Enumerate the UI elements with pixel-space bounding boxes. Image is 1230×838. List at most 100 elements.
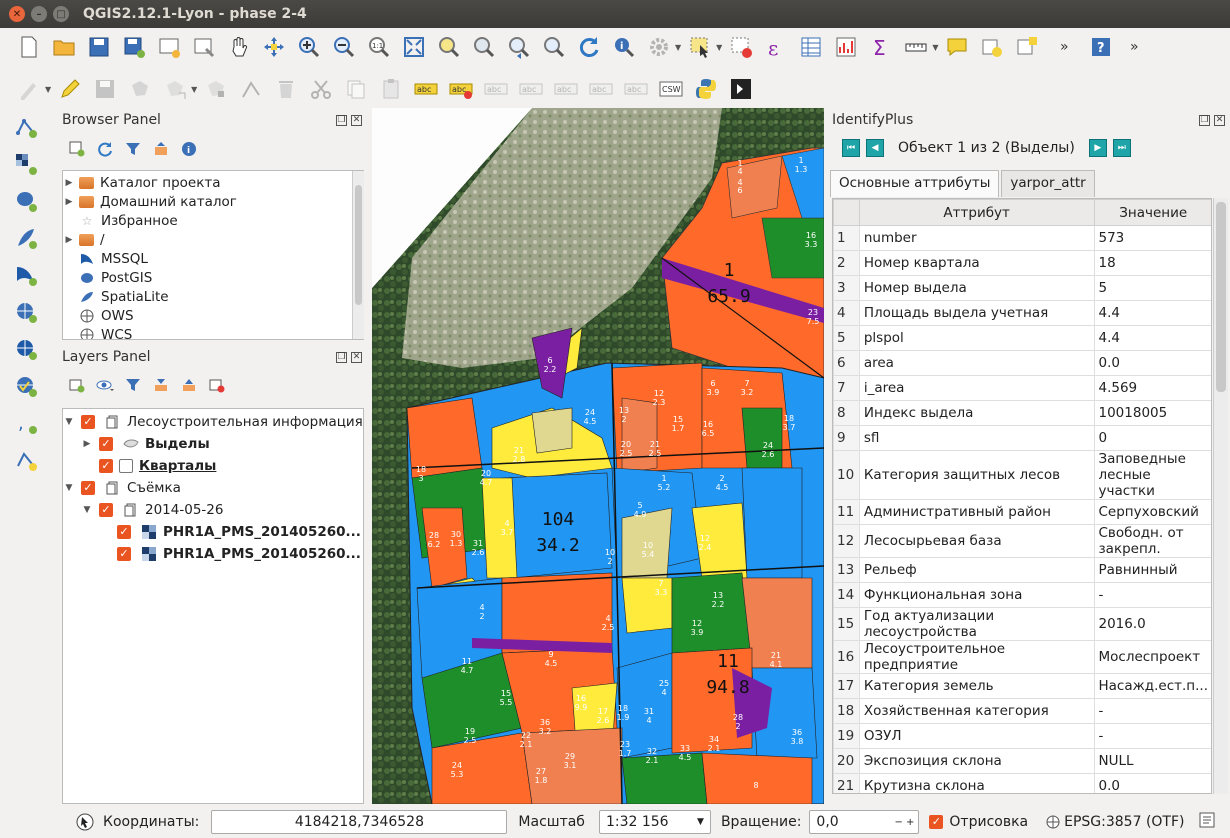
zoom-in-icon[interactable] xyxy=(294,32,324,62)
table-row[interactable]: 18 Хозяйственная категория - xyxy=(833,698,1211,724)
close-panel-icon[interactable]: ✕ xyxy=(351,352,362,363)
save-layer-edits-icon[interactable] xyxy=(90,74,120,104)
zoom-to-layer-icon[interactable] xyxy=(469,32,499,62)
visibility-checkbox[interactable]: ✓ xyxy=(99,503,113,517)
layer-raster-1[interactable]: ✓ PHR1A_PMS_201405260... xyxy=(63,521,363,543)
tab-main-attributes[interactable]: Основные аттрибуты xyxy=(830,170,1000,197)
label-abc-icon[interactable]: abc xyxy=(411,74,441,104)
new-print-composer-button[interactable] xyxy=(154,32,184,62)
toggle-editing-pencil-icon[interactable] xyxy=(55,74,85,104)
run-script-icon[interactable] xyxy=(726,74,756,104)
new-bookmark-icon[interactable] xyxy=(977,32,1007,62)
sum-sigma-icon[interactable]: Σ xyxy=(866,32,896,62)
collapse-all-icon[interactable] xyxy=(180,376,198,394)
toolbar-overflow-icon[interactable]: » xyxy=(1051,32,1081,62)
node-edit-icon[interactable] xyxy=(236,74,266,104)
layer-vydely[interactable]: ▶ ✓ Выделы xyxy=(63,433,363,455)
column-header-value[interactable]: Значение xyxy=(1093,199,1211,226)
label-layer-abc-icon[interactable]: abc xyxy=(446,74,476,104)
move-feature-icon[interactable] xyxy=(160,74,190,104)
visibility-checkbox[interactable]: ✓ xyxy=(99,459,113,473)
collapse-arrow-icon[interactable]: ▼ xyxy=(63,483,75,493)
show-hide-labels-abc-icon[interactable]: abc xyxy=(516,74,546,104)
change-label-abc-icon[interactable]: abc xyxy=(621,74,651,104)
dropdown-arrow-icon[interactable]: ▼ xyxy=(932,43,938,52)
zoom-to-selection-icon[interactable] xyxy=(434,32,464,62)
zoom-next-icon[interactable] xyxy=(539,32,569,62)
save-as-button[interactable] xyxy=(119,32,149,62)
visibility-checkbox[interactable]: ✓ xyxy=(81,481,95,495)
add-vector-layer-icon[interactable] xyxy=(8,112,44,142)
column-header-attribute[interactable]: Аттрибут xyxy=(858,199,1095,226)
browser-item-wcs[interactable]: WCS xyxy=(63,325,363,339)
previous-object-icon[interactable]: ◀ xyxy=(866,139,884,157)
zoom-last-icon[interactable] xyxy=(504,32,534,62)
close-panel-icon[interactable]: ✕ xyxy=(351,115,362,126)
table-row[interactable]: 8 Индекс выдела 10018005 xyxy=(833,400,1211,426)
add-selected-layers-icon[interactable] xyxy=(68,140,86,158)
pan-to-selection-button[interactable] xyxy=(259,32,289,62)
add-raster-layer-icon[interactable] xyxy=(8,149,44,179)
add-wfs-layer-icon[interactable] xyxy=(8,371,44,401)
expand-arrow-icon[interactable]: ▶ xyxy=(81,439,93,449)
close-window-button[interactable]: ✕ xyxy=(9,6,25,22)
tab-yarpor-attr[interactable]: yarpor_attr xyxy=(1001,170,1095,197)
rotate-label-abc-icon[interactable]: abc xyxy=(586,74,616,104)
chevron-down-icon[interactable]: ▼ xyxy=(697,817,704,827)
minimize-window-button[interactable]: – xyxy=(31,6,47,22)
browser-scrollbar[interactable] xyxy=(352,171,364,339)
first-object-icon[interactable]: ⏮ xyxy=(842,139,860,157)
pan-hand-icon[interactable] xyxy=(224,32,254,62)
add-mssql-layer-icon[interactable] xyxy=(8,260,44,290)
mouse-pointer-icon[interactable] xyxy=(76,813,96,831)
browser-item-favourites[interactable]: ☆ Избранное xyxy=(63,211,363,230)
add-wms-layer-icon[interactable] xyxy=(8,297,44,327)
table-row[interactable]: 5 plspol 4.4 xyxy=(833,325,1211,351)
filter-icon[interactable] xyxy=(124,140,142,158)
table-row[interactable]: 3 Номер выдела 5 xyxy=(833,275,1211,301)
last-object-icon[interactable]: ⏭ xyxy=(1112,139,1131,157)
table-row[interactable]: 1 number 573 xyxy=(833,225,1211,251)
select-features-icon[interactable] xyxy=(685,32,715,62)
attribute-table-scrollbar[interactable] xyxy=(1213,198,1228,794)
table-row[interactable]: 17 Категория земель Насажд.ест.п... xyxy=(833,673,1211,699)
statistics-icon[interactable] xyxy=(831,32,861,62)
layer-group-survey[interactable]: ▼ ✓ Съёмка xyxy=(63,477,363,499)
zoom-native-icon[interactable]: 1:1 xyxy=(364,32,394,62)
move-label-abc-icon[interactable]: abc xyxy=(551,74,581,104)
paste-features-icon[interactable] xyxy=(376,74,406,104)
dropdown-arrow-icon[interactable]: ▼ xyxy=(191,85,197,94)
float-panel-icon[interactable]: ❐ xyxy=(336,352,347,363)
render-checkbox[interactable]: ✓ xyxy=(929,815,944,829)
map-canvas[interactable]: 1 65.9 104 34.2 11 94.8 14 1 1.3 46 16 3.3 23… xyxy=(372,108,824,804)
filter-icon[interactable] xyxy=(124,376,142,394)
float-panel-icon[interactable]: ❐ xyxy=(1199,115,1210,126)
dropdown-arrow-icon[interactable]: ▼ xyxy=(716,43,722,52)
copy-features-icon[interactable] xyxy=(341,74,371,104)
browser-item-ows[interactable]: OWS xyxy=(63,306,363,325)
csw-icon[interactable]: CSW xyxy=(656,74,686,104)
browser-item-root[interactable]: ▶ / xyxy=(63,230,363,249)
browser-item-home-dir[interactable]: ▶ Домашний каталог xyxy=(63,192,363,211)
table-row[interactable]: 9 sfl 0 xyxy=(833,425,1211,451)
scale-combobox[interactable]: 1:32 156 ▼ xyxy=(598,810,711,834)
node-tool-icon[interactable] xyxy=(201,74,231,104)
scrollbar-thumb[interactable] xyxy=(1216,202,1226,392)
close-panel-icon[interactable]: ✕ xyxy=(1214,115,1225,126)
field-calculator-epsilon-icon[interactable]: ε xyxy=(761,32,791,62)
map-tips-icon[interactable] xyxy=(942,32,972,62)
action-gear-icon[interactable] xyxy=(644,32,674,62)
table-row[interactable]: 14 Функциональная зона - xyxy=(833,582,1211,608)
next-object-icon[interactable]: ▶ xyxy=(1088,139,1107,157)
help-icon[interactable]: ? xyxy=(1086,32,1116,62)
delete-selected-trash-icon[interactable] xyxy=(271,74,301,104)
table-row[interactable]: 19 ОЗУЛ - xyxy=(833,723,1211,749)
collapse-all-icon[interactable] xyxy=(152,140,170,158)
zoom-out-icon[interactable] xyxy=(329,32,359,62)
message-log-icon[interactable] xyxy=(1199,812,1215,832)
table-row[interactable]: 12 Лесосырьевая база Свободн. от закрепл. xyxy=(833,524,1211,558)
dropdown-arrow-icon[interactable]: ▼ xyxy=(675,43,681,52)
show-bookmarks-icon[interactable] xyxy=(1012,32,1042,62)
table-row[interactable]: 2 Номер квартала 18 xyxy=(833,250,1211,276)
visibility-checkbox[interactable]: ✓ xyxy=(99,437,113,451)
